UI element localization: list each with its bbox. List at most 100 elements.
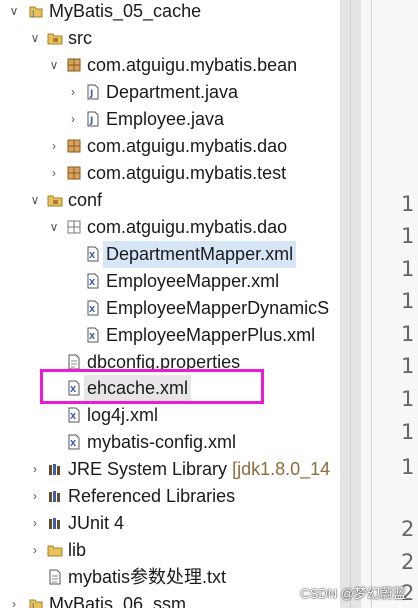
svg-text:J: J [31,602,34,608]
tree-item-lib[interactable]: › lib [0,537,340,564]
employee-java-label: Employee.java [106,109,225,129]
log4j-label: log4j.xml [87,405,159,425]
chevron-right-icon[interactable]: › [27,456,43,483]
line-number: 1 [401,322,415,346]
empty-package-icon [67,220,81,234]
chevron-down-icon[interactable]: ∨ [27,25,43,52]
bean-package-label: com.atguigu.mybatis.bean [87,55,298,75]
svg-text:J: J [31,9,34,18]
notes-txt-label: mybatis参数处理.txt [68,567,227,587]
tree-item-bean-package[interactable]: ∨ com.atguigu.mybatis.bean [0,52,340,79]
tree-item-dao-package[interactable]: › com.atguigu.mybatis.dao [0,133,340,160]
tree-item-conf[interactable]: ∨ conf [0,187,340,214]
jre-library-label: JRE System Library [jdk1.8.0_14 [68,459,331,479]
svg-text:X: X [89,332,96,341]
svg-text:X: X [70,439,77,448]
tree-item-department-mapper[interactable]: X DepartmentMapper.xml [0,241,340,268]
source-folder-icon [47,195,63,207]
tree-item-junit[interactable]: › JUnit 4 [0,510,340,537]
referenced-libraries-label: Referenced Libraries [68,486,236,506]
jre-version-decoration: [jdk1.8.0_14 [232,459,331,479]
line-number: 2 [401,517,415,541]
xml-file-icon: X [87,327,99,343]
line-number: 1 [401,420,415,444]
chevron-right-icon[interactable]: › [46,133,62,160]
tree-item-mybatis-config[interactable]: X mybatis-config.xml [0,429,340,456]
svg-text:J: J [89,116,93,126]
chevron-right-icon[interactable]: › [27,483,43,510]
chevron-right-icon[interactable]: › [65,79,81,106]
java-file-icon: J [87,111,99,127]
tree-item-employee-mapper[interactable]: X EmployeeMapper.xml [0,268,340,295]
svg-text:X: X [89,278,96,287]
chevron-right-icon[interactable]: › [27,510,43,537]
svg-text:J: J [89,89,93,99]
watermark: CSDN @梦幻蔚蓝 [300,586,406,601]
tree-item-employee-mapper-plus[interactable]: X EmployeeMapperPlus.xml [0,322,340,349]
department-java-label: Department.java [106,82,239,102]
view-splitter[interactable] [340,0,361,608]
svg-text:X: X [70,412,77,421]
tree-item-department-java[interactable]: › J Department.java [0,79,340,106]
tree-item-log4j[interactable]: X log4j.xml [0,402,340,429]
text-file-icon [49,569,61,585]
chevron-down-icon[interactable]: ∨ [46,52,62,79]
line-number: 2 [401,550,415,574]
package-icon [67,58,81,72]
xml-file-icon: X [87,273,99,289]
chevron-right-icon[interactable]: › [6,591,22,608]
tree-item-project[interactable]: ∨ J MyBatis_05_cache [0,0,340,25]
svg-text:X: X [89,305,96,314]
source-folder-icon [47,33,63,45]
chevron-right-icon[interactable]: › [27,537,43,564]
xml-file-icon: X [87,300,99,316]
splitter-line [350,0,351,608]
java-project-icon: J [29,6,43,18]
next-project-label: MyBatis_06_ssm [49,594,187,608]
tree-item-test-package[interactable]: › com.atguigu.mybatis.test [0,160,340,187]
library-icon [49,491,60,502]
chevron-down-icon[interactable]: ∨ [6,0,22,25]
chevron-right-icon[interactable]: › [65,106,81,133]
test-package-label: com.atguigu.mybatis.test [87,163,287,183]
src-label: src [68,28,92,48]
svg-text:X: X [89,251,96,260]
tree-item-employee-java[interactable]: › J Employee.java [0,106,340,133]
conf-dao-package-label: com.atguigu.mybatis.dao [87,217,288,237]
java-project-icon: J [29,599,43,608]
xml-file-icon: X [68,407,80,423]
chevron-down-icon[interactable]: ∨ [46,214,62,241]
junit-label: JUnit 4 [68,513,125,533]
library-icon [49,518,60,529]
line-number: 1 [401,192,415,216]
line-number: 1 [401,289,415,313]
dao-package-label: com.atguigu.mybatis.dao [87,136,288,156]
editor-ruler-line [371,0,372,608]
employee-mapper-plus-label: EmployeeMapperPlus.xml [106,325,316,345]
lib-label: lib [68,540,87,560]
folder-icon [47,545,63,557]
mybatis-config-label: mybatis-config.xml [87,432,237,452]
tree-item-next-project[interactable]: › J MyBatis_06_ssm [0,591,340,608]
project-explorer-tree[interactable]: ∨ J MyBatis_05_cache ∨ src ∨ com.atguigu… [0,0,340,608]
tree-item-referenced-libraries[interactable]: › Referenced Libraries [0,483,340,510]
tree-item-notes-txt[interactable]: mybatis参数处理.txt [0,564,340,591]
annotation-highlight-box [40,369,264,404]
chevron-down-icon[interactable]: ∨ [27,187,43,214]
xml-file-icon: X [68,434,80,450]
tree-item-conf-dao-package[interactable]: ∨ com.atguigu.mybatis.dao [0,214,340,241]
xml-file-icon: X [87,246,99,262]
tree-item-employee-mapper-dynamic[interactable]: X EmployeeMapperDynamicS [0,295,340,322]
tree-item-src[interactable]: ∨ src [0,25,340,52]
package-icon [67,139,81,153]
tree-item-jre-library[interactable]: › JRE System Library [jdk1.8.0_14 [0,456,340,483]
chevron-right-icon[interactable]: › [46,160,62,187]
line-number: 1 [401,257,415,281]
editor-gutter: 1 1 1 1 1 1 1 1 1 2 2 2 [361,0,418,608]
project-label: MyBatis_05_cache [49,1,202,21]
properties-file-icon [68,354,80,370]
java-file-icon: J [87,84,99,100]
line-number: 1 [401,224,415,248]
conf-label: conf [68,190,103,210]
employee-mapper-label: EmployeeMapper.xml [106,271,280,291]
